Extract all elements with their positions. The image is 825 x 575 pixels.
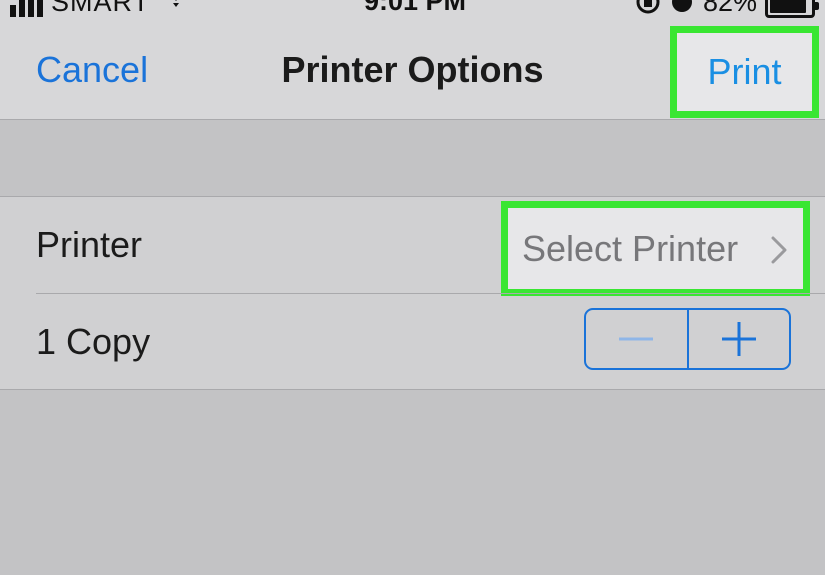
status-time: 9:01 PM	[364, 0, 467, 16]
wifi-icon	[173, 0, 179, 7]
battery-percentage: 82%	[702, 0, 757, 17]
print-button[interactable]: Print	[670, 26, 819, 118]
printer-options-group: Printer Select Printer 1 Copy	[0, 196, 825, 390]
battery-level	[770, 0, 807, 13]
status-left: SMART	[10, 0, 150, 17]
decrement-button[interactable]	[586, 310, 687, 368]
cancel-button[interactable]: Cancel	[36, 48, 148, 92]
orientation-lock-icon	[636, 0, 660, 14]
copies-row: 1 Copy	[0, 294, 825, 390]
select-printer-button[interactable]: Select Printer	[501, 201, 810, 296]
battery-icon	[765, 0, 819, 18]
signal-icon	[10, 0, 43, 17]
carrier-name: SMART	[51, 0, 151, 17]
minus-icon	[619, 337, 654, 341]
navigation-bar: Cancel Printer Options Print	[0, 20, 825, 120]
status-bar: SMART 9:01 PM 82%	[0, 0, 825, 20]
status-right: 82%	[635, 0, 819, 18]
battery-nub	[815, 2, 819, 10]
copies-stepper[interactable]	[584, 308, 791, 370]
chevron-right-icon	[771, 236, 787, 264]
copies-label: 1 Copy	[36, 321, 151, 362]
print-button-label: Print	[707, 51, 782, 92]
empty-background	[0, 390, 825, 575]
select-printer-label: Select Printer	[522, 228, 739, 269]
plus-icon	[721, 322, 756, 356]
printer-row[interactable]: Printer Select Printer	[0, 197, 825, 296]
alarm-icon	[671, 0, 692, 12]
printer-label: Printer	[36, 224, 143, 265]
increment-button[interactable]	[689, 310, 790, 368]
